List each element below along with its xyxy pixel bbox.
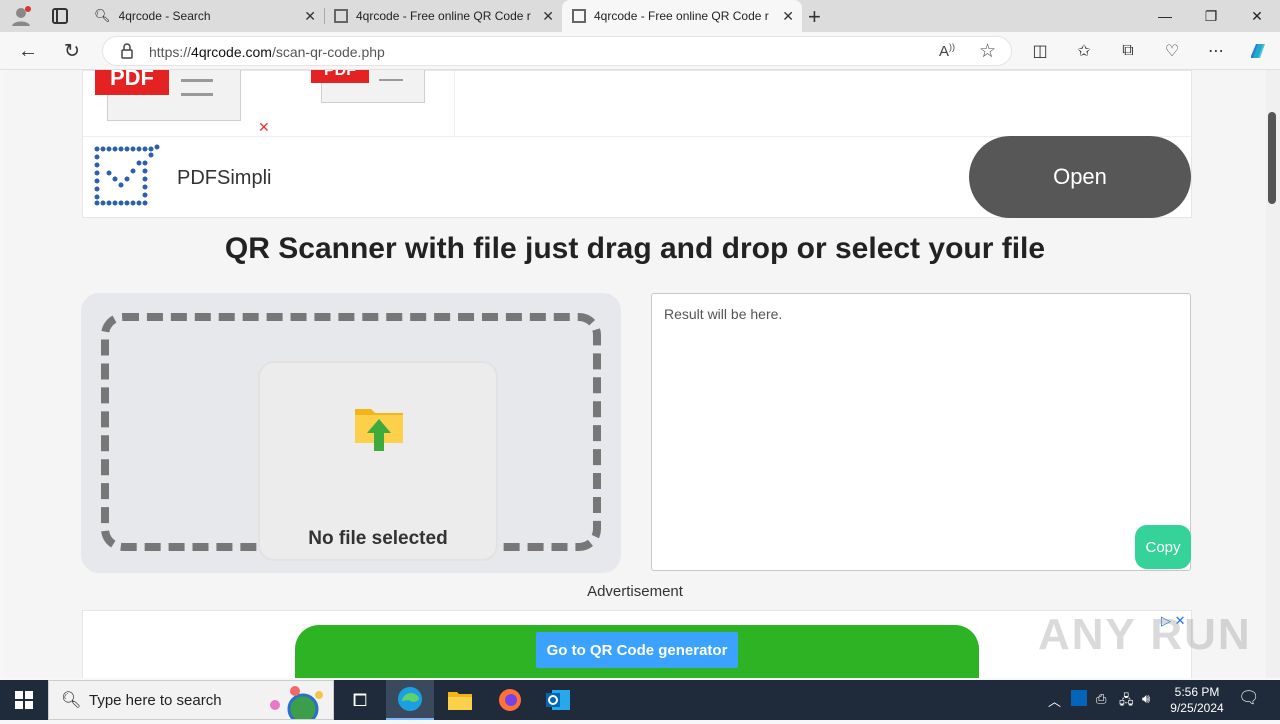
url-text[interactable]: https://4qrcode.com/scan-qr-code.php <box>149 44 385 60</box>
tab-title: 4qrcode - Search <box>118 9 211 23</box>
tab-title: 4qrcode - Free online QR Code re <box>594 9 769 23</box>
url-prefix: https:// <box>149 44 192 60</box>
favorite-star-icon[interactable]: ☆ <box>979 40 996 63</box>
lock-icon[interactable] <box>121 43 133 59</box>
tab-search[interactable]: 🔍︎ 4qrcode - Search ✕ <box>84 0 324 32</box>
tab-title: 4qrcode - Free online QR Code re <box>356 9 531 23</box>
clock-date: 9/25/2024 <box>1170 701 1224 715</box>
page-title: QR Scanner with file just drag and drop … <box>224 232 1046 265</box>
network-icon[interactable]: 🖧︎ <box>1119 691 1134 713</box>
scrollbar-thumb[interactable] <box>1268 112 1276 204</box>
file-explorer-icon[interactable] <box>436 680 484 720</box>
browser-toolbar: ← ↻ https://4qrcode.com/scan-qr-code.php… <box>0 32 1280 70</box>
volume-icon[interactable]: 🔊︎ <box>1142 691 1150 707</box>
tab-4qrcode-active[interactable]: 4qrcode - Free online QR Code re ✕ <box>562 0 802 32</box>
anyrun-watermark: ANY RUN <box>1038 610 1252 659</box>
close-ad-icon[interactable]: ✕ <box>258 119 270 136</box>
search-highlight-icon <box>263 685 329 724</box>
task-view-icon[interactable]: ⧠ <box>336 680 384 720</box>
device-icon[interactable]: ⎙ <box>1096 691 1106 707</box>
pdf-badge: PDF <box>311 70 369 83</box>
taskbar-search-box[interactable]: 🔍︎ Type here to search <box>48 680 334 724</box>
windows-taskbar: 🔍︎ Type here to search ⧠ ︿ ⎙ 🖧︎ 🔊︎ 5:56 … <box>0 680 1280 724</box>
new-tab-icon[interactable]: + <box>808 4 821 30</box>
qr-favicon-icon <box>334 9 348 23</box>
file-drop-area[interactable]: No file selected <box>81 293 621 573</box>
outlook-icon[interactable] <box>534 680 582 720</box>
copy-button[interactable]: Copy <box>1135 525 1191 569</box>
result-placeholder: Result will be here. <box>664 306 783 322</box>
clock-time: 5:56 PM <box>1174 685 1220 699</box>
text-line <box>181 79 213 82</box>
url-domain: 4qrcode.com <box>191 44 272 60</box>
tab-4qrcode-1[interactable]: 4qrcode - Free online QR Code re ✕ <box>324 0 562 32</box>
folder-upload-icon <box>353 401 405 453</box>
address-bar[interactable]: https://4qrcode.com/scan-qr-code.php A))… <box>102 36 1012 66</box>
minimize-icon[interactable]: — <box>1142 0 1188 32</box>
divider <box>454 71 455 136</box>
collections-icon[interactable]: ⧉ <box>1116 39 1140 63</box>
browser-essentials-icon[interactable]: ♡ <box>1160 39 1184 63</box>
search-icon: 🔍︎ <box>61 692 82 709</box>
file-select-box[interactable]: No file selected <box>258 361 498 561</box>
close-tab-icon[interactable]: ✕ <box>782 8 794 25</box>
back-icon[interactable]: ← <box>16 39 40 63</box>
text-line <box>379 79 403 81</box>
page-viewport: PDF PDF ✕ PDFSimpli Open QR Scanner with… <box>4 70 1266 678</box>
copilot-icon[interactable] <box>1246 39 1270 63</box>
qr-favicon-icon <box>572 9 586 23</box>
tab-actions-icon[interactable] <box>52 8 68 24</box>
edge-taskbar-icon[interactable] <box>386 680 434 720</box>
result-textarea[interactable]: Result will be here. Copy <box>651 293 1191 571</box>
bottom-advertisement[interactable]: Go to QR Code generator ▷ ✕ <box>82 610 1192 678</box>
tab-strip: 🔍︎ 4qrcode - Search ✕ 4qrcode - Free onl… <box>0 0 1280 32</box>
search-icon: 🔍︎ <box>94 8 111 23</box>
qr-generator-button[interactable]: Go to QR Code generator <box>536 632 738 668</box>
open-ad-button[interactable]: Open <box>969 136 1191 218</box>
notifications-icon[interactable]: 🗨︎ <box>1238 688 1260 708</box>
more-menu-icon[interactable]: ⋯ <box>1204 39 1228 63</box>
start-button[interactable] <box>0 680 48 720</box>
outlook-tray-icon[interactable] <box>1071 690 1087 706</box>
pdfsimpli-logo-icon[interactable] <box>93 143 163 207</box>
top-advertisement[interactable]: PDF PDF ✕ PDFSimpli Open <box>82 70 1192 218</box>
restore-icon[interactable]: ❐ <box>1188 0 1234 32</box>
show-hidden-icons-icon[interactable]: ︿ <box>1048 691 1061 710</box>
pdf-badge: PDF <box>95 70 169 95</box>
url-path: /scan-qr-code.php <box>271 44 385 60</box>
system-clock[interactable]: 5:56 PM 9/25/2024 <box>1162 684 1232 716</box>
ad-brand-name[interactable]: PDFSimpli <box>177 167 271 190</box>
no-file-selected-label: No file selected <box>308 528 448 549</box>
close-tab-icon[interactable]: ✕ <box>304 8 316 25</box>
close-window-icon[interactable]: ✕ <box>1234 0 1280 32</box>
firefox-icon[interactable] <box>486 680 534 720</box>
dashed-drop-border[interactable]: No file selected <box>101 313 601 561</box>
favorites-icon[interactable]: ✩ <box>1072 39 1096 63</box>
read-aloud-icon[interactable]: A)) <box>939 42 955 60</box>
close-tab-icon[interactable]: ✕ <box>542 8 554 25</box>
search-placeholder: Type here to search <box>89 692 222 709</box>
text-line <box>181 93 213 96</box>
profile-icon[interactable] <box>10 5 32 27</box>
advertisement-label: Advertisement <box>587 583 683 600</box>
windows-logo-icon <box>15 691 33 709</box>
split-screen-icon[interactable]: ◫ <box>1028 39 1052 63</box>
refresh-icon[interactable]: ↻ <box>60 39 84 63</box>
